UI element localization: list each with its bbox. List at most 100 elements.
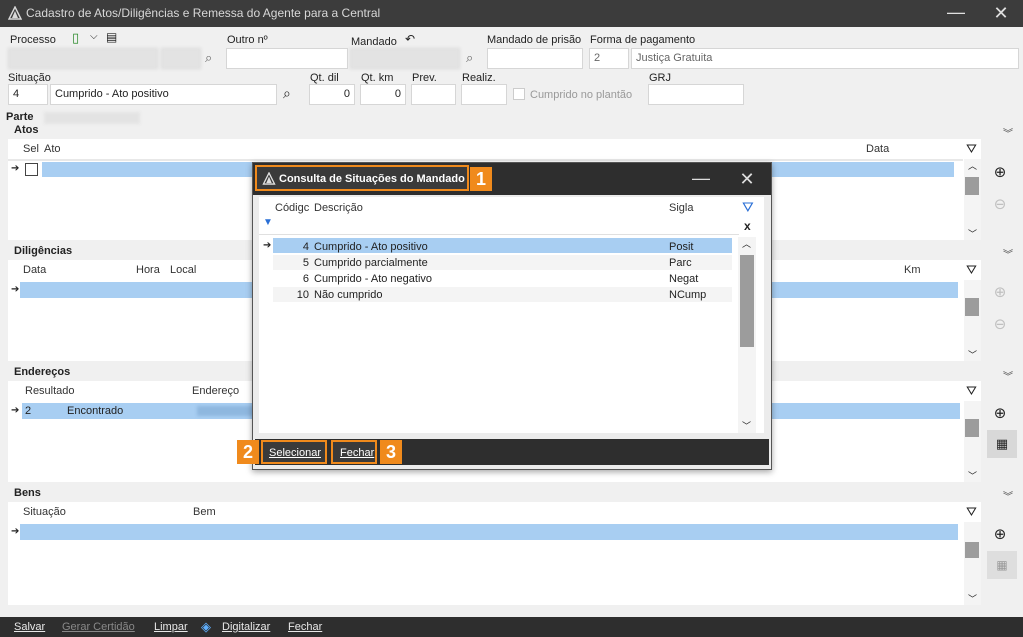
- prev-input[interactable]: [411, 84, 456, 105]
- add-ato-icon[interactable]: ⊕: [990, 163, 1010, 183]
- realiz-input[interactable]: [461, 84, 507, 105]
- atos-header-sel: Sel: [23, 143, 39, 155]
- bens-header-bem: Bem: [193, 506, 216, 518]
- note-icon[interactable]: ▤: [106, 30, 117, 44]
- situacao-codigo: 5: [302, 257, 309, 269]
- situacao-descricao: Cumprido parcialmente: [314, 257, 428, 269]
- diligencias-title: Diligências: [14, 245, 73, 257]
- dialog-close-icon[interactable]: ✕: [735, 170, 759, 188]
- fechar-button[interactable]: Fechar: [331, 440, 377, 464]
- outro-label: Outro nº: [227, 34, 268, 46]
- outro-input[interactable]: [226, 48, 348, 69]
- dialog-logo-icon: [262, 172, 276, 185]
- filter-row-icon[interactable]: ▼: [263, 217, 273, 228]
- filter-enderecos-icon[interactable]: ⛛: [966, 383, 977, 399]
- situacao-descricao: Cumprido - Ato negativo: [314, 273, 433, 285]
- situacao-label: Situação: [8, 72, 51, 84]
- cumprido-plantao-checkbox[interactable]: [513, 88, 525, 100]
- grj-label: GRJ: [649, 72, 671, 84]
- situacao-row[interactable]: 10 Não cumprido NCump: [273, 287, 732, 302]
- row-pointer-icon: ➔: [11, 405, 20, 416]
- collapse-enderecos-icon[interactable]: ︾: [1000, 368, 1016, 383]
- dialog-footer: 2 Selecionar Fechar 3: [237, 439, 769, 465]
- qt-dil-label: Qt. dil: [310, 72, 339, 84]
- dialog-filter-icon[interactable]: ⛛: [742, 199, 754, 216]
- limpar-button[interactable]: Limpar: [154, 621, 188, 633]
- endereco-row-num: 2: [25, 405, 32, 417]
- atos-scrollbar[interactable]: ︿ ﹀: [964, 159, 981, 240]
- parte-label: Parte: [6, 111, 34, 123]
- dialog-title: Consulta de Situações do Mandado: [279, 173, 465, 185]
- chevron-down-icon[interactable]: ⌵: [90, 31, 98, 42]
- gerar-certidao-button: Gerar Certidão: [62, 621, 135, 633]
- collapse-bens-icon[interactable]: ︾: [1000, 488, 1016, 503]
- processo-input[interactable]: [8, 48, 158, 69]
- qt-km-input[interactable]: 0: [360, 84, 406, 105]
- add-endereco-icon[interactable]: ⊕: [990, 404, 1010, 424]
- atos-title: Atos: [14, 124, 39, 136]
- enderecos-title: Endereços: [14, 366, 71, 378]
- situacao-input[interactable]: Cumprido - Ato positivo: [50, 84, 277, 105]
- filter-icon[interactable]: ⛛: [966, 141, 977, 157]
- prev-label: Prev.: [412, 72, 437, 84]
- mandado-label: Mandado: [351, 36, 397, 48]
- search-situacao-icon[interactable]: ⌕: [283, 85, 291, 102]
- processo-suffix-input[interactable]: [161, 48, 201, 69]
- diligencias-header-km: Km: [904, 264, 921, 276]
- qt-dil-input[interactable]: 0: [309, 84, 355, 105]
- situacao-row[interactable]: 6 Cumprido - Ato negativo Negat: [273, 271, 732, 286]
- diligencias-scrollbar[interactable]: ﹀: [964, 280, 981, 361]
- mandado-prisao-input[interactable]: [487, 48, 583, 69]
- situacao-sigla: NCump: [669, 289, 707, 301]
- situacao-row[interactable]: 5 Cumprido parcialmente Parc: [273, 255, 732, 270]
- bens-scroll-thumb[interactable]: [965, 542, 979, 558]
- add-bem-icon[interactable]: ⊕: [990, 525, 1010, 545]
- close-icon[interactable]: ✕: [989, 4, 1013, 22]
- situacao-row[interactable]: 4 Cumprido - Ato positivo Posit: [273, 239, 732, 254]
- enderecos-scrollbar[interactable]: ﹀: [964, 401, 981, 482]
- dialog-scroll-thumb[interactable]: [740, 255, 754, 347]
- collapse-diligencias-icon[interactable]: ︾: [1000, 246, 1016, 261]
- filter-bens-icon[interactable]: ⛛: [966, 504, 977, 520]
- dialog-minimize-icon[interactable]: —: [689, 169, 713, 187]
- filter-diligencias-icon[interactable]: ⛛: [966, 262, 977, 278]
- fechar-main-button[interactable]: Fechar: [288, 621, 322, 633]
- enderecos-scroll-thumb[interactable]: [965, 419, 979, 437]
- forma-pagamento-code[interactable]: 2: [589, 48, 629, 69]
- remove-diligencia-icon: ⊖: [993, 316, 1007, 333]
- mandado-input[interactable]: [350, 48, 460, 69]
- search-icon[interactable]: ⌕: [205, 50, 212, 66]
- situacoes-grid: Códigc Descrição Sigla ▼ ➔ 4 Cumprido - A…: [259, 197, 764, 433]
- situacao-code-input[interactable]: 4: [8, 84, 48, 105]
- table-row[interactable]: [20, 524, 958, 540]
- forma-pagamento-input[interactable]: Justiça Gratuita: [631, 48, 1019, 69]
- document-icon[interactable]: ▯: [72, 30, 79, 46]
- diligencias-header-data: Data: [23, 264, 47, 276]
- header-sigla: Sigla: [669, 202, 694, 214]
- atos-scroll-thumb[interactable]: [965, 177, 979, 195]
- realiz-label: Realiz.: [462, 72, 496, 84]
- collapse-atos-icon[interactable]: ︾: [1000, 125, 1016, 140]
- bens-scrollbar[interactable]: ﹀: [964, 522, 981, 605]
- search-mandado-icon[interactable]: ⌕: [466, 50, 473, 66]
- enderecos-header-resultado: Resultado: [25, 385, 75, 397]
- minimize-icon[interactable]: —: [944, 3, 968, 21]
- salvar-button[interactable]: Salvar: [14, 621, 45, 633]
- table-view-icon[interactable]: ▦: [987, 430, 1017, 458]
- atos-row-checkbox[interactable]: [25, 163, 38, 176]
- callout-1-badge: 1: [470, 167, 492, 191]
- digitalizar-button[interactable]: Digitalizar: [222, 621, 270, 633]
- selecionar-button[interactable]: Selecionar: [261, 440, 327, 464]
- clear-filter-icon[interactable]: x: [744, 219, 751, 233]
- fechar-label: Fechar: [340, 447, 375, 459]
- parte-value: [44, 112, 140, 124]
- dialog-title-bar: Consulta de Situações do Mandado 1 — ✕: [253, 163, 771, 195]
- situacao-codigo: 4: [302, 241, 309, 253]
- grj-input[interactable]: [648, 84, 744, 105]
- diligencias-scroll-thumb[interactable]: [965, 298, 979, 316]
- situacao-codigo: 10: [296, 289, 309, 301]
- row-pointer-icon: ➔: [11, 284, 20, 295]
- undo-icon[interactable]: ↶: [405, 32, 415, 46]
- dialog-scrollbar[interactable]: ︿ ﹀: [738, 237, 756, 433]
- row-pointer-icon: ➔: [11, 163, 20, 174]
